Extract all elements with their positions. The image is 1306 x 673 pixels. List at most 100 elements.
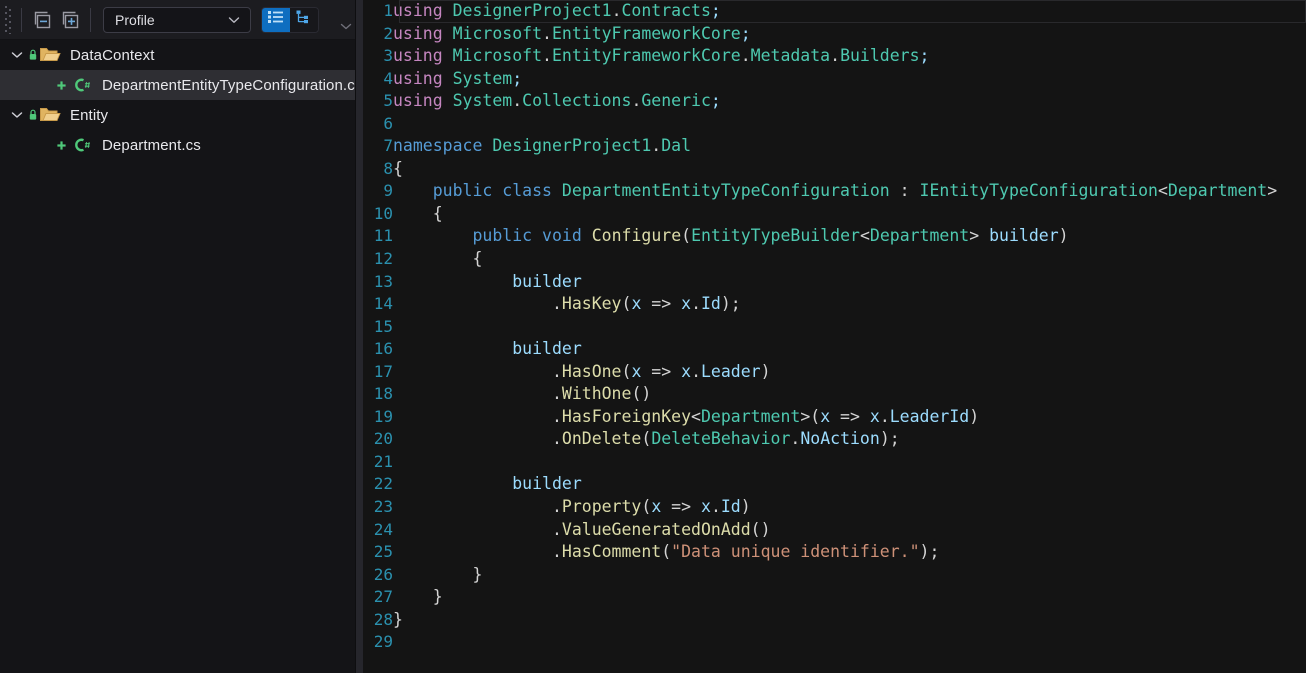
code-line[interactable]: 11 public void Configure(EntityTypeBuild…: [363, 225, 1306, 248]
code-line[interactable]: 2 using Microsoft.EntityFrameworkCore;: [363, 23, 1306, 46]
code-line[interactable]: 5 using System.Collections.Generic;: [363, 90, 1306, 113]
code-token: OnDelete: [561, 429, 642, 449]
code-token: .: [651, 136, 662, 156]
code-line[interactable]: 12 {: [363, 248, 1306, 271]
line-number: 5: [383, 91, 393, 111]
chevron-down-icon[interactable]: [6, 110, 28, 120]
code-token: .: [393, 294, 562, 314]
code-line[interactable]: 26 }: [363, 564, 1306, 587]
lock-icon: [28, 108, 38, 122]
code-token: ): [969, 406, 980, 426]
code-token: }: [393, 564, 483, 584]
code-line[interactable]: 17 .HasOne(x => x.Leader): [363, 361, 1306, 384]
code-line[interactable]: 22 builder: [363, 473, 1306, 496]
code-token: .: [611, 1, 622, 20]
chevron-down-icon: [228, 11, 240, 29]
code-token: {: [393, 249, 483, 269]
code-token: =>: [641, 294, 682, 314]
code-line[interactable]: 14 .HasKey(x => x.Id);: [363, 293, 1306, 316]
code-token: }: [393, 609, 403, 629]
ide-window: Profile DataContext DepartmentEntityType…: [0, 0, 1306, 673]
code-token: Dal: [661, 136, 692, 156]
view-mode-tree-button[interactable]: [290, 7, 318, 32]
tree-item-entity[interactable]: Entity: [0, 100, 363, 130]
code-token: ;: [919, 46, 930, 66]
line-text: public void Configure(EntityTypeBuilder<…: [393, 225, 1068, 248]
code-line[interactable]: 1 using DesignerProject1.Contracts;: [363, 0, 1306, 23]
code-token: builder: [512, 474, 582, 494]
code-token: );: [879, 429, 900, 449]
toolbar-overflow-button[interactable]: [338, 21, 354, 35]
code-token: HasForeignKey: [561, 406, 692, 426]
code-line[interactable]: 16 builder: [363, 338, 1306, 361]
code-token: .: [710, 497, 721, 517]
code-editor[interactable]: 1 using DesignerProject1.Contracts; 2 using…: [363, 0, 1306, 673]
tree-item-department-cs[interactable]: Department.cs: [0, 130, 363, 160]
code-line[interactable]: 13 builder: [363, 271, 1306, 294]
code-token: public: [472, 226, 533, 246]
expand-all-button[interactable]: [57, 7, 83, 33]
code-token: DesignerProject1: [492, 136, 652, 156]
tree-item-departmententitytypeconfiguration-cs[interactable]: DepartmentEntityTypeConfiguration.cs: [0, 70, 363, 100]
code-token: .: [830, 46, 841, 66]
code-line[interactable]: 23 .Property(x => x.Id): [363, 496, 1306, 519]
code-token: Property: [561, 497, 642, 517]
code-token: Id: [720, 497, 741, 517]
folder-open-icon: [39, 106, 61, 124]
code-line[interactable]: 3 using Microsoft.EntityFrameworkCore.Met…: [363, 45, 1306, 68]
profile-select[interactable]: Profile: [103, 6, 251, 33]
toolbar-drag-handle[interactable]: [3, 5, 13, 35]
code-token: EntityFrameworkCore: [551, 46, 741, 66]
line-text: }: [393, 564, 482, 587]
code-token: builder: [989, 226, 1059, 246]
code-line[interactable]: 28}: [363, 609, 1306, 632]
code-token: x: [869, 406, 880, 426]
view-mode-list-button[interactable]: [262, 7, 290, 32]
code-token: .: [691, 361, 701, 381]
line-number: 8: [383, 158, 393, 178]
code-line[interactable]: 19 .HasForeignKey<Department>(x => x.Lea…: [363, 406, 1306, 429]
code-line[interactable]: 21: [363, 451, 1306, 474]
code-line[interactable]: 15: [363, 316, 1306, 339]
code-token: DeleteBehavior: [651, 429, 791, 449]
code-line[interactable]: 18 .WithOne(): [363, 383, 1306, 406]
code-line[interactable]: 6: [363, 113, 1306, 136]
tree-item-label: DataContext: [70, 46, 155, 64]
folder-open-icon: [39, 46, 61, 64]
line-text: builder: [393, 338, 582, 361]
code-token: x: [820, 406, 831, 426]
solution-explorer-panel: Profile DataContext DepartmentEntityType…: [0, 0, 363, 673]
code-token: (: [621, 294, 632, 314]
code-token: x: [631, 361, 642, 381]
code-token: using: [393, 46, 443, 66]
chevron-down-icon[interactable]: [6, 50, 28, 60]
line-text: }: [393, 586, 443, 609]
code-line[interactable]: 20 .OnDelete(DeleteBehavior.NoAction);: [363, 428, 1306, 451]
code-token: .: [393, 361, 562, 381]
line-number: 2: [383, 23, 393, 43]
code-token: IEntityTypeConfiguration: [919, 181, 1158, 201]
sidebar-scrollbar[interactable]: [356, 0, 363, 673]
tree-item-datacontext[interactable]: DataContext: [0, 40, 363, 70]
code-line[interactable]: 29: [363, 631, 1306, 654]
line-text: .WithOne(): [393, 383, 651, 406]
code-token: Contracts: [621, 1, 711, 20]
code-line[interactable]: 25 .HasComment("Data unique identifier."…: [363, 541, 1306, 564]
code-token: using: [393, 91, 443, 111]
code-line[interactable]: 10 {: [363, 203, 1306, 226]
code-line[interactable]: 24 .ValueGeneratedOnAdd(): [363, 519, 1306, 542]
code-line[interactable]: 9 public class DepartmentEntityTypeConfi…: [363, 180, 1306, 203]
line-text: .OnDelete(DeleteBehavior.NoAction);: [393, 428, 900, 451]
line-number: 27: [373, 587, 393, 607]
line-text: {: [393, 203, 443, 226]
code-token: =>: [641, 361, 682, 381]
code-line[interactable]: 7 namespace DesignerProject1.Dal: [363, 135, 1306, 158]
code-line[interactable]: 27 }: [363, 586, 1306, 609]
code-line[interactable]: 8{: [363, 158, 1306, 181]
collapse-all-button[interactable]: [29, 7, 55, 33]
code-line[interactable]: 4 using System;: [363, 68, 1306, 91]
